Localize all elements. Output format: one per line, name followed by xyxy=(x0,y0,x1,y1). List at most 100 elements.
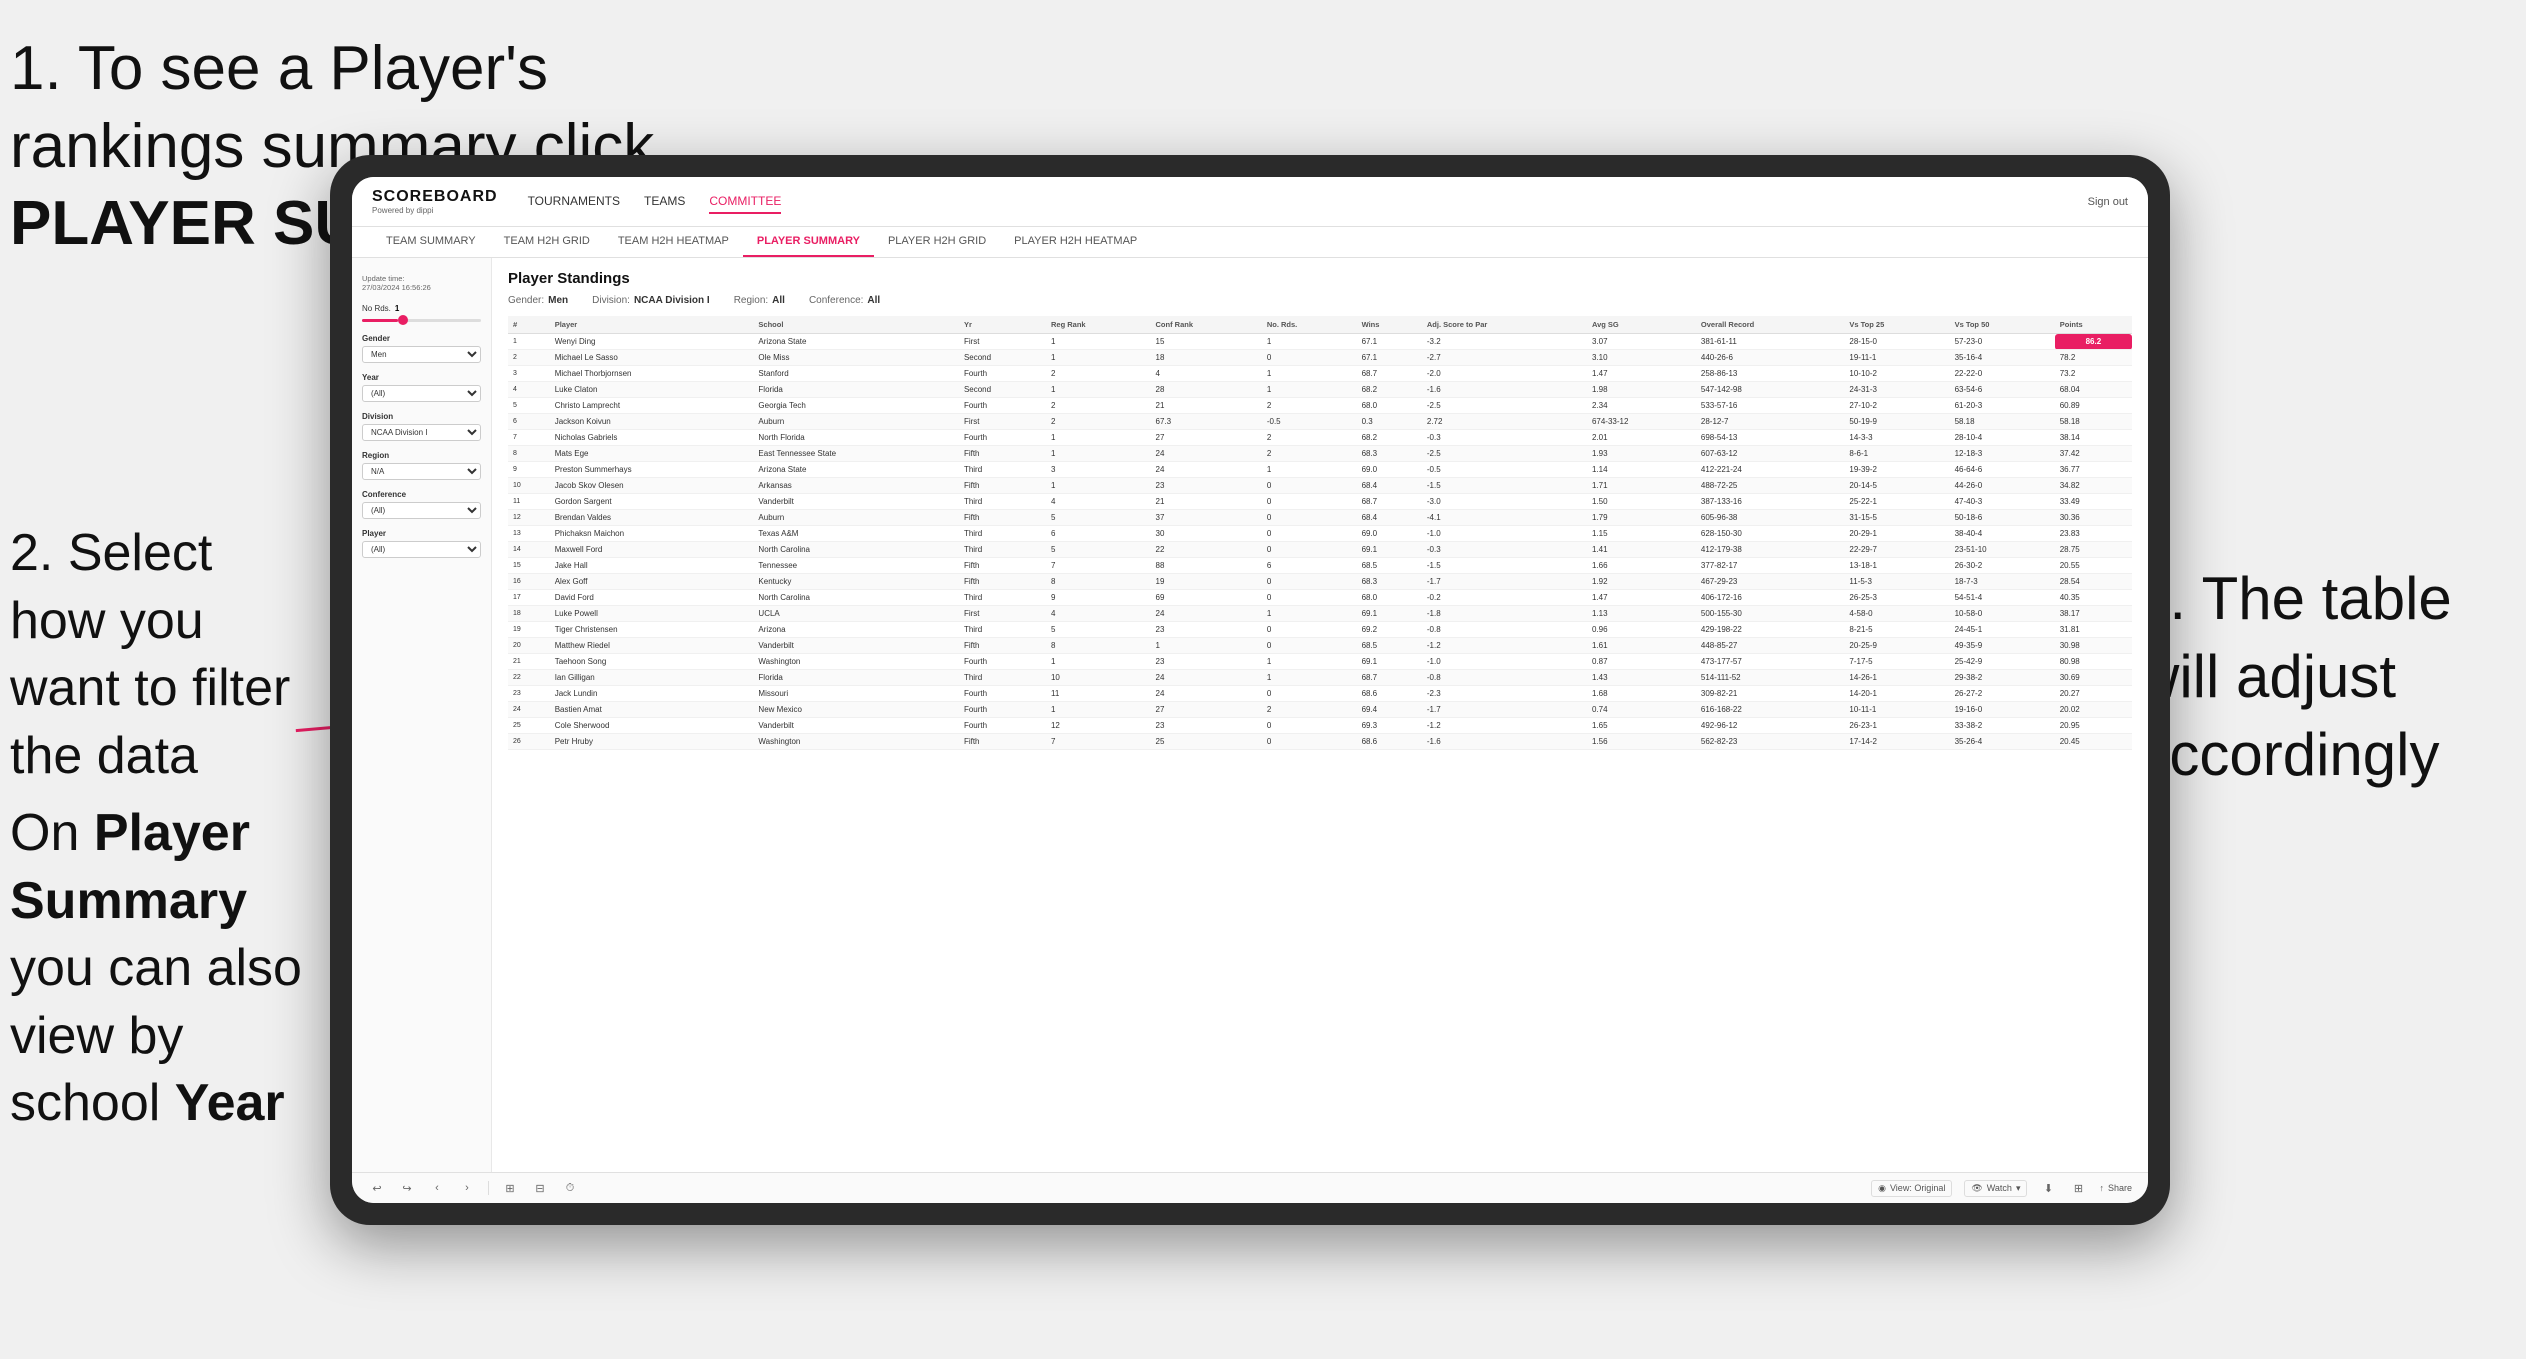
cell-no-rds: 0 xyxy=(1262,574,1357,590)
slider-fill xyxy=(362,319,398,322)
grid-icon[interactable]: ⊞ xyxy=(2069,1179,2087,1197)
cell-reg-rank: 2 xyxy=(1046,398,1151,414)
cell-conf-rank: 24 xyxy=(1151,670,1262,686)
table-row: 11 Gordon Sargent Vanderbilt Third 4 21 … xyxy=(508,494,2132,510)
division-select[interactable]: NCAA Division I xyxy=(362,424,481,441)
cell-avg-sg: 1.98 xyxy=(1587,382,1696,398)
cell-vs-top50: 47-40-3 xyxy=(1950,494,2055,510)
player-select[interactable]: (All) xyxy=(362,541,481,558)
cell-conf-rank: 21 xyxy=(1151,398,1262,414)
copy-icon[interactable]: ⊞ xyxy=(501,1179,519,1197)
year-select[interactable]: (All) xyxy=(362,385,481,402)
watch-icon: 👁 xyxy=(1971,1183,1982,1194)
cell-school: Vanderbilt xyxy=(753,718,959,734)
cell-adj-score: -0.3 xyxy=(1422,542,1587,558)
col-no-rds: No. Rds. xyxy=(1262,316,1357,334)
cell-player: Luke Claton xyxy=(550,382,754,398)
cell-school: Washington xyxy=(753,654,959,670)
cell-wins: 69.4 xyxy=(1357,702,1422,718)
cell-overall: 616-168-22 xyxy=(1696,702,1845,718)
redo-icon[interactable]: ↪ xyxy=(398,1179,416,1197)
cell-avg-sg: 1.47 xyxy=(1587,590,1696,606)
cell-conf-rank: 23 xyxy=(1151,718,1262,734)
cell-conf-rank: 19 xyxy=(1151,574,1262,590)
col-avg-sg: Avg SG xyxy=(1587,316,1696,334)
cell-points: 20.95 xyxy=(2055,718,2132,734)
sub-nav-player-h2h-heatmap[interactable]: PLAYER H2H HEATMAP xyxy=(1000,227,1151,257)
forward-icon[interactable]: › xyxy=(458,1179,476,1197)
cell-reg-rank: 4 xyxy=(1046,606,1151,622)
cell-vs-top25: 10-11-1 xyxy=(1844,702,1949,718)
cell-overall: 533-57-16 xyxy=(1696,398,1845,414)
cell-points: 23.83 xyxy=(2055,526,2132,542)
cell-conf-rank: 69 xyxy=(1151,590,1262,606)
conference-select[interactable]: (All) xyxy=(362,502,481,519)
clock-icon[interactable]: ⏱ xyxy=(561,1179,579,1197)
cell-overall: 488-72-25 xyxy=(1696,478,1845,494)
table-row: 20 Matthew Riedel Vanderbilt Fifth 8 1 0… xyxy=(508,638,2132,654)
cell-overall: 547-142-98 xyxy=(1696,382,1845,398)
download-icon[interactable]: ⬇ xyxy=(2039,1179,2057,1197)
nav-sign-out[interactable]: Sign out xyxy=(2088,196,2128,208)
cell-no-rds: 1 xyxy=(1262,382,1357,398)
cell-no-rds: 1 xyxy=(1262,366,1357,382)
watch-button[interactable]: 👁 Watch ▾ xyxy=(1964,1180,2027,1197)
col-player: Player xyxy=(550,316,754,334)
cell-reg-rank: 8 xyxy=(1046,574,1151,590)
cell-player: Ian Gilligan xyxy=(550,670,754,686)
cell-points: 20.02 xyxy=(2055,702,2132,718)
cell-points: 30.98 xyxy=(2055,638,2132,654)
cell-overall: 448-85-27 xyxy=(1696,638,1845,654)
cell-avg-sg: 1.14 xyxy=(1587,462,1696,478)
cell-rank: 4 xyxy=(508,382,550,398)
sub-nav-player-h2h-grid[interactable]: PLAYER H2H GRID xyxy=(874,227,1000,257)
share-button[interactable]: ↑ Share xyxy=(2099,1183,2132,1193)
cell-yr: Fifth xyxy=(959,734,1046,750)
col-overall: Overall Record xyxy=(1696,316,1845,334)
cell-no-rds: 1 xyxy=(1262,670,1357,686)
cell-adj-score: -2.3 xyxy=(1422,686,1587,702)
sub-nav-player-summary[interactable]: PLAYER SUMMARY xyxy=(743,227,874,257)
sub-nav-team-h2h-grid[interactable]: TEAM H2H GRID xyxy=(490,227,604,257)
cell-adj-score: -1.7 xyxy=(1422,574,1587,590)
cell-rank: 26 xyxy=(508,734,550,750)
cell-overall: 429-198-22 xyxy=(1696,622,1845,638)
cell-no-rds: 1 xyxy=(1262,606,1357,622)
paste-icon[interactable]: ⊟ xyxy=(531,1179,549,1197)
nav-link-committee[interactable]: COMMITTEE xyxy=(709,190,781,214)
cell-rank: 15 xyxy=(508,558,550,574)
cell-yr: Third xyxy=(959,462,1046,478)
nav-link-tournaments[interactable]: TOURNAMENTS xyxy=(528,190,620,214)
cell-adj-score: -1.7 xyxy=(1422,702,1587,718)
cell-yr: Third xyxy=(959,622,1046,638)
cell-yr: Fourth xyxy=(959,366,1046,382)
cell-vs-top50: 63-54-6 xyxy=(1950,382,2055,398)
no-rds-slider[interactable] xyxy=(362,319,481,322)
cell-avg-sg: 1.92 xyxy=(1587,574,1696,590)
sub-nav-team-h2h-heatmap[interactable]: TEAM H2H HEATMAP xyxy=(604,227,743,257)
cell-rank: 25 xyxy=(508,718,550,734)
cell-avg-sg: 0.96 xyxy=(1587,622,1696,638)
col-adj-score: Adj. Score to Par xyxy=(1422,316,1587,334)
update-label: Update time: xyxy=(362,274,481,283)
nav-link-teams[interactable]: TEAMS xyxy=(644,190,685,214)
cell-no-rds: 1 xyxy=(1262,462,1357,478)
cell-wins: 68.5 xyxy=(1357,558,1422,574)
back-icon[interactable]: ‹ xyxy=(428,1179,446,1197)
step3-text: 3. The table will adjust accordingly xyxy=(2136,565,2452,788)
region-select[interactable]: N/A xyxy=(362,463,481,480)
undo-icon[interactable]: ↩ xyxy=(368,1179,386,1197)
table-row: 19 Tiger Christensen Arizona Third 5 23 … xyxy=(508,622,2132,638)
sub-nav-team-summary[interactable]: TEAM SUMMARY xyxy=(372,227,490,257)
cell-rank: 19 xyxy=(508,622,550,638)
cell-vs-top25: 14-3-3 xyxy=(1844,430,1949,446)
cell-overall: 467-29-23 xyxy=(1696,574,1845,590)
gender-select[interactable]: Men xyxy=(362,346,481,363)
view-button[interactable]: ◉ View: Original xyxy=(1871,1180,1952,1197)
cell-player: Luke Powell xyxy=(550,606,754,622)
cell-player: David Ford xyxy=(550,590,754,606)
cell-wins: 69.1 xyxy=(1357,542,1422,558)
no-rds-row: No Rds. 1 xyxy=(362,304,481,313)
cell-points: 68.04 xyxy=(2055,382,2132,398)
filter-conference-value: All xyxy=(867,295,880,306)
